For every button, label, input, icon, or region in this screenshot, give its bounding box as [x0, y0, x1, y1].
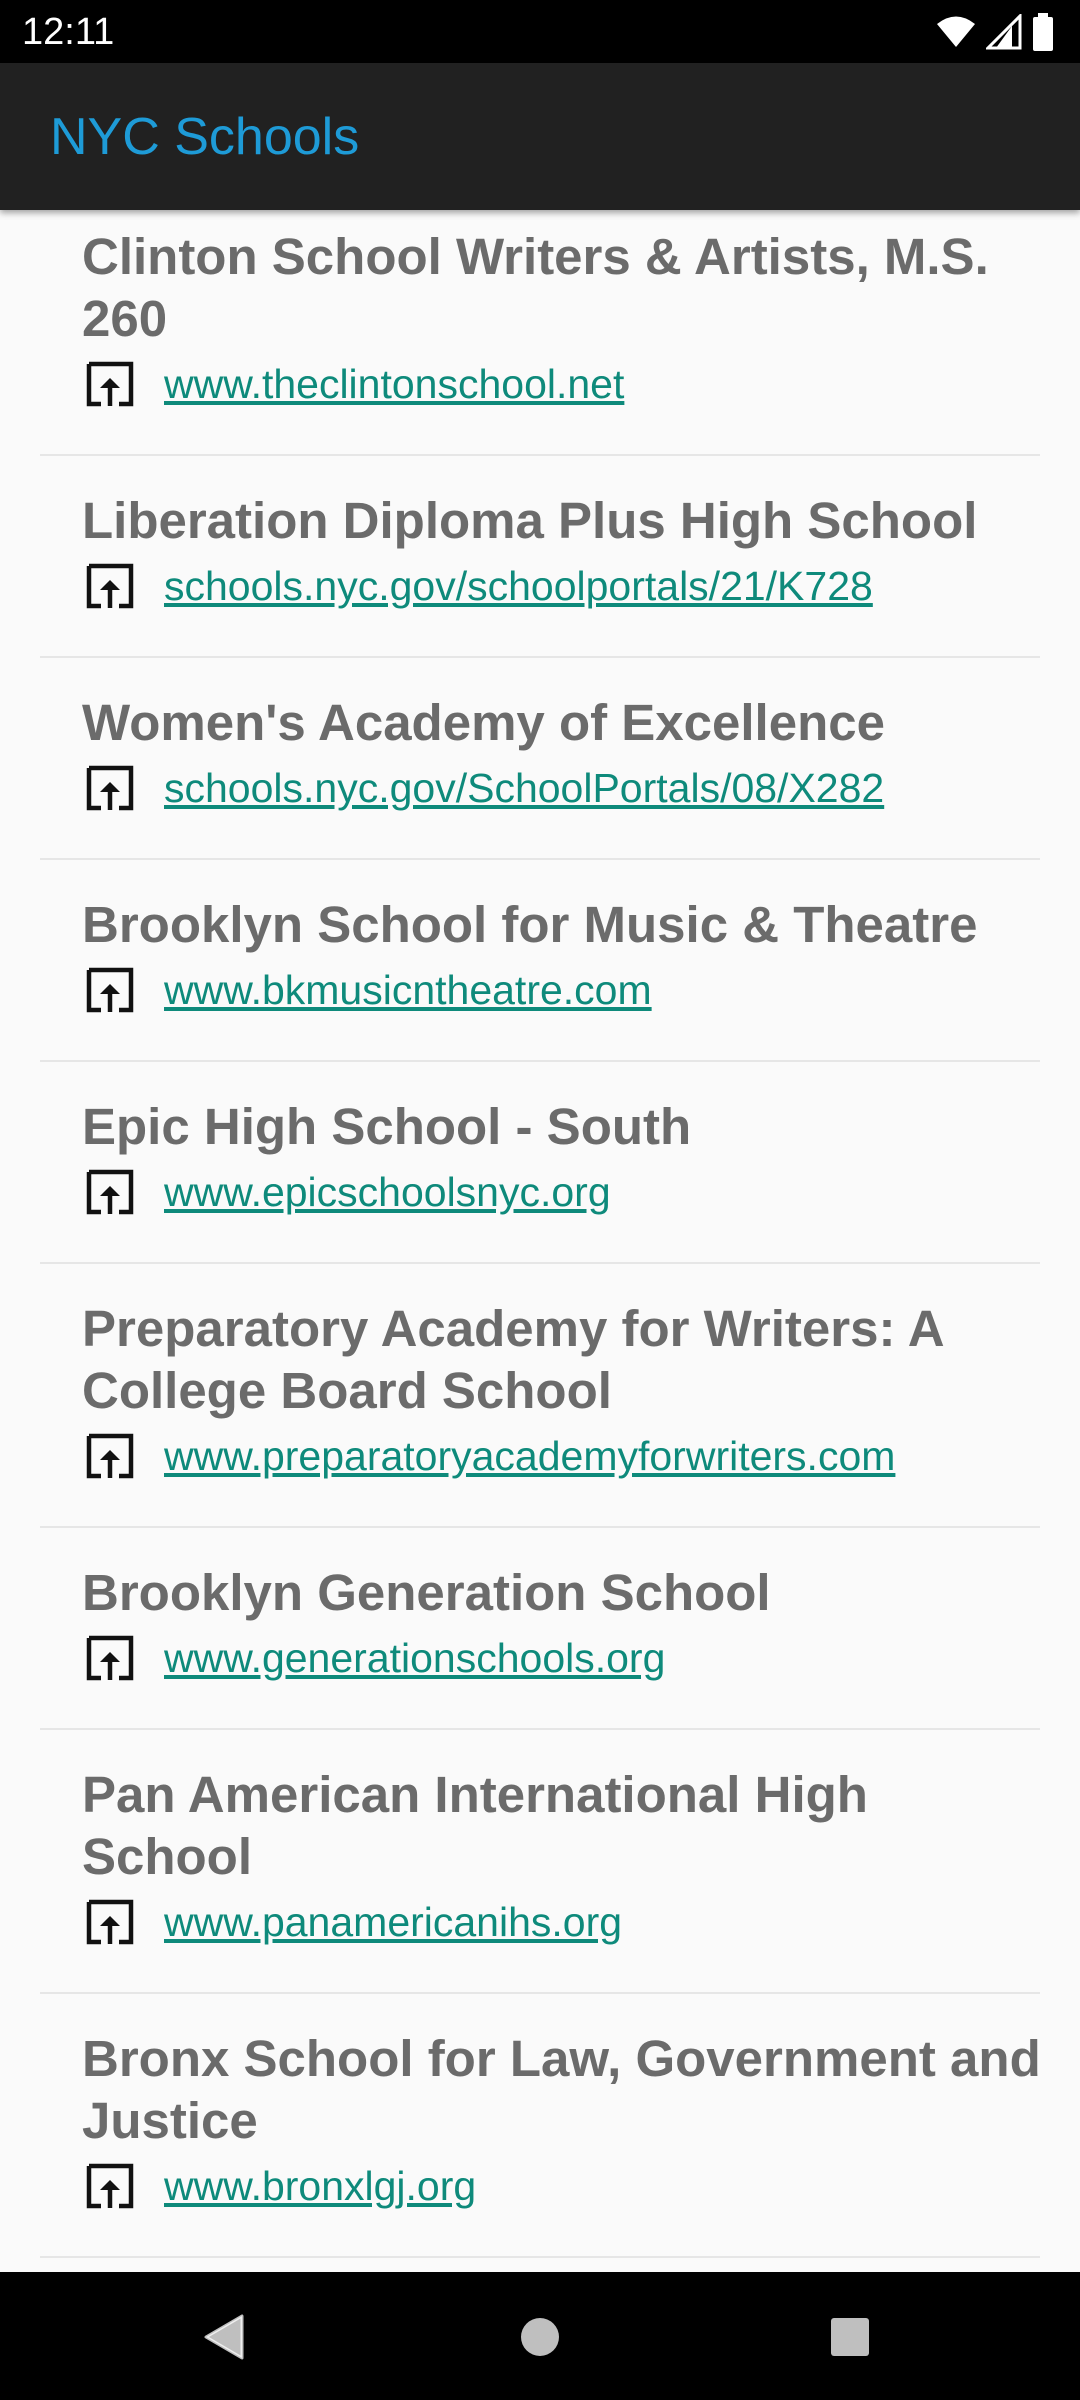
- school-link-row[interactable]: www.bronxlgj.org: [82, 2154, 1040, 2218]
- navigation-bar: [0, 2272, 1080, 2400]
- open-in-browser-icon[interactable]: [84, 1632, 136, 1684]
- school-name: Pan American International High School: [82, 1766, 868, 1885]
- open-in-browser-icon[interactable]: [84, 1430, 136, 1482]
- school-list-item[interactable]: Preparatory Academy for Writers: A Colle…: [40, 1264, 1040, 1528]
- open-in-browser-icon[interactable]: [84, 1166, 136, 1218]
- school-list-item[interactable]: Women's Academy of Excellence schools.nyc…: [40, 658, 1040, 860]
- school-website-link[interactable]: schools.nyc.gov/SchoolPortals/08/X282: [164, 762, 884, 814]
- school-website-link[interactable]: www.generationschools.org: [164, 1632, 665, 1684]
- school-website-link[interactable]: www.panamericanihs.org: [164, 1896, 622, 1948]
- open-in-browser-icon[interactable]: [84, 762, 136, 814]
- school-name: Women's Academy of Excellence: [82, 694, 885, 751]
- app-bar: NYC Schools: [0, 63, 1080, 210]
- school-name: Preparatory Academy for Writers: A Colle…: [82, 1300, 943, 1419]
- school-link-row[interactable]: www.bkmusicntheatre.com: [82, 958, 1040, 1022]
- open-in-browser-icon[interactable]: [84, 964, 136, 1016]
- screen: 12:11 NYC Schools Clinton School Writers…: [0, 0, 1080, 2400]
- recents-icon: [831, 2318, 869, 2356]
- school-website-link[interactable]: www.preparatoryacademyforwriters.com: [164, 1430, 895, 1482]
- school-link-row[interactable]: www.generationschools.org: [82, 1626, 1040, 1690]
- school-list-item[interactable]: Pan American International High School ww…: [40, 1730, 1040, 1994]
- school-link-row[interactable]: www.panamericanihs.org: [82, 1890, 1040, 1954]
- school-name: Brooklyn School for Music & Theatre: [82, 896, 978, 953]
- school-list-viewport[interactable]: Clinton School Writers & Artists, M.S. 2…: [0, 210, 1080, 2272]
- school-name: Clinton School Writers & Artists, M.S. 2…: [82, 228, 989, 347]
- status-time: 12:11: [22, 11, 115, 53]
- open-in-browser-icon[interactable]: [84, 1896, 136, 1948]
- school-website-link[interactable]: www.epicschoolsnyc.org: [164, 1166, 611, 1218]
- school-link-row[interactable]: www.epicschoolsnyc.org: [82, 1160, 1040, 1224]
- school-list-item[interactable]: Epic High School - South www.epicschoolsn…: [40, 1062, 1040, 1264]
- school-website-link[interactable]: schools.nyc.gov/schoolportals/21/K728: [164, 560, 873, 612]
- signal-icon: [986, 14, 1022, 50]
- app-title: NYC Schools: [50, 108, 360, 166]
- school-link-row[interactable]: www.preparatoryacademyforwriters.com: [82, 1424, 1040, 1488]
- school-list-item[interactable]: Richmond Hill High Schoolwww.richmondhil…: [40, 2258, 1040, 2272]
- school-list-item[interactable]: Brooklyn School for Music & Theatre www.b…: [40, 860, 1040, 1062]
- back-icon: [204, 2314, 244, 2360]
- wifi-icon: [936, 15, 976, 49]
- recents-button[interactable]: [815, 2302, 885, 2372]
- school-name: Liberation Diploma Plus High School: [82, 492, 978, 549]
- school-list-item[interactable]: Liberation Diploma Plus High School schoo…: [40, 456, 1040, 658]
- status-icons: [936, 12, 1054, 52]
- back-button[interactable]: [190, 2302, 260, 2372]
- school-list-item[interactable]: Clinton School Writers & Artists, M.S. 2…: [40, 210, 1040, 456]
- school-link-row[interactable]: www.theclintonschool.net: [82, 352, 1040, 416]
- open-in-browser-icon[interactable]: [84, 560, 136, 612]
- school-name: Bronx School for Law, Government and Jus…: [82, 2030, 1041, 2149]
- school-name: Brooklyn Generation School: [82, 1564, 771, 1621]
- battery-icon: [1032, 13, 1054, 51]
- status-bar: 12:11: [0, 0, 1080, 63]
- school-list-item[interactable]: Bronx School for Law, Government and Jus…: [40, 1994, 1041, 2258]
- school-list-item[interactable]: Brooklyn Generation School www.generation…: [40, 1528, 1040, 1730]
- school-link-row[interactable]: schools.nyc.gov/schoolportals/21/K728: [82, 554, 1040, 618]
- school-website-link[interactable]: www.bronxlgj.org: [164, 2160, 476, 2212]
- open-in-browser-icon[interactable]: [84, 358, 136, 410]
- school-website-link[interactable]: www.theclintonschool.net: [164, 358, 624, 410]
- home-button[interactable]: [505, 2302, 575, 2372]
- school-link-row[interactable]: schools.nyc.gov/SchoolPortals/08/X282: [82, 756, 1040, 820]
- open-in-browser-icon[interactable]: [84, 2160, 136, 2212]
- school-name: Epic High School - South: [82, 1098, 692, 1155]
- school-list: Clinton School Writers & Artists, M.S. 2…: [0, 210, 1080, 2272]
- home-icon: [521, 2318, 559, 2356]
- school-website-link[interactable]: www.bkmusicntheatre.com: [164, 964, 652, 1016]
